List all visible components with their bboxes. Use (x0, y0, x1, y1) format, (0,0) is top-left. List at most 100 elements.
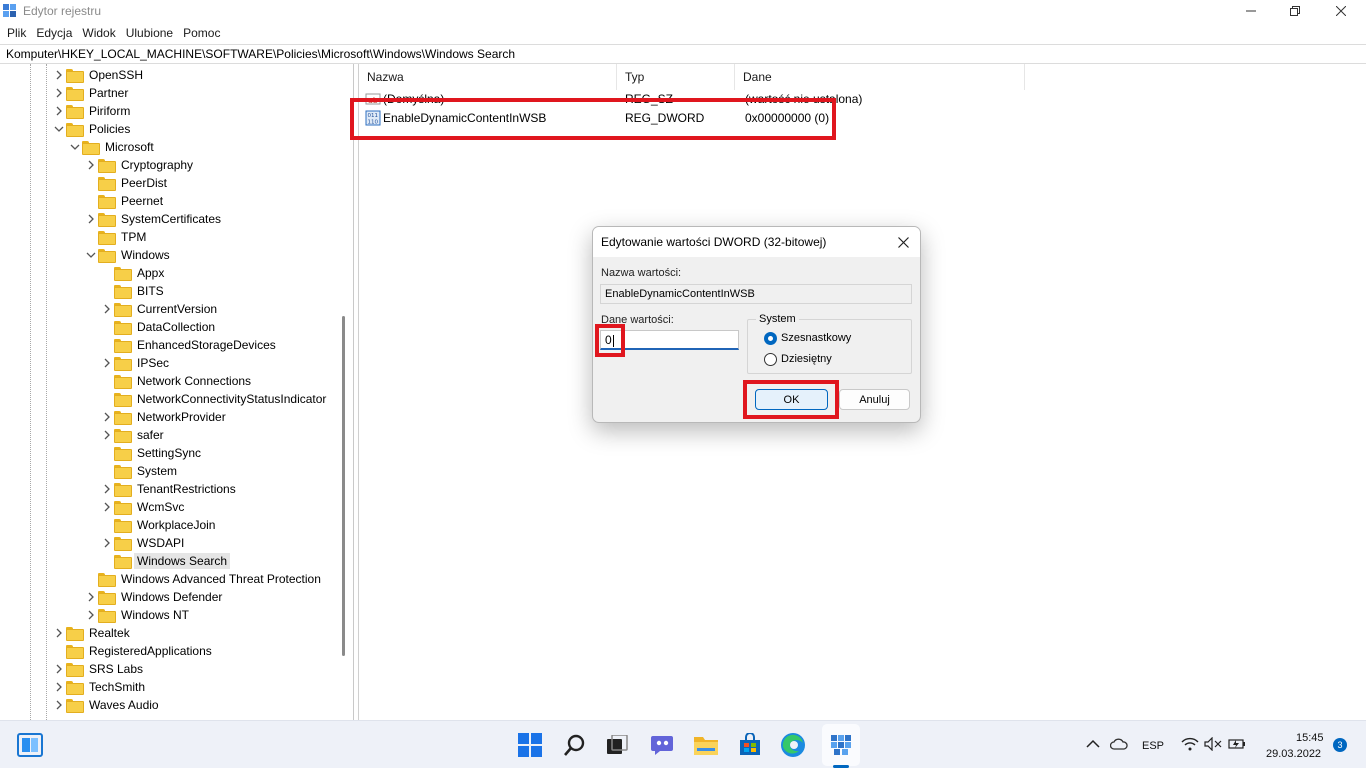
chevron-right-icon[interactable] (52, 66, 66, 84)
close-button[interactable] (1318, 0, 1364, 22)
tree-scrollbar[interactable] (342, 316, 345, 656)
tree-item-label: Policies (89, 122, 131, 136)
menu-file[interactable]: Plik (2, 26, 31, 40)
chevron-right-icon[interactable] (52, 624, 66, 642)
widgets-button[interactable] (16, 731, 44, 759)
menu-favorites[interactable]: Ulubione (121, 26, 178, 40)
chevron-right-icon[interactable] (84, 606, 98, 624)
chevron-right-icon[interactable] (100, 498, 114, 516)
taskbar-search[interactable] (561, 731, 589, 759)
tree-item-windows-nt[interactable]: Windows NT (84, 606, 192, 624)
tree-item-safer[interactable]: safer (100, 426, 167, 444)
tree-item-peernet[interactable]: Peernet (84, 192, 166, 210)
chevron-right-icon[interactable] (52, 678, 66, 696)
tree-item-registeredapplications[interactable]: RegisteredApplications (52, 642, 215, 660)
tree-item-piriform[interactable]: Piriform (52, 102, 133, 120)
registry-tree[interactable]: OpenSSH Partner Piriform Policies Microsoft C… (0, 64, 354, 720)
tree-item-workplacejoin[interactable]: WorkplaceJoin (100, 516, 218, 534)
cancel-button[interactable]: Anuluj (839, 389, 910, 410)
folder-icon (114, 465, 132, 479)
minimize-button[interactable] (1228, 0, 1274, 22)
tree-item-cryptography[interactable]: Cryptography (84, 156, 196, 174)
chevron-right-icon[interactable] (100, 480, 114, 498)
tree-item-waves-audio[interactable]: Waves Audio (52, 696, 162, 714)
tree-item-settingsync[interactable]: SettingSync (100, 444, 204, 462)
tree-item-policies[interactable]: Policies (52, 120, 133, 138)
taskbar-regedit[interactable] (827, 731, 855, 759)
tray-volume[interactable] (1202, 733, 1224, 755)
tree-item-srs-labs[interactable]: SRS Labs (52, 660, 146, 678)
tree-item-networkprovider[interactable]: NetworkProvider (100, 408, 229, 426)
address-bar[interactable]: Komputer\HKEY_LOCAL_MACHINE\SOFTWARE\Pol… (0, 44, 1366, 64)
chevron-right-icon[interactable] (100, 426, 114, 444)
tree-item-system[interactable]: System (100, 462, 180, 480)
dialog-close-button[interactable] (892, 231, 914, 253)
tree-item-network-connections[interactable]: Network Connections (100, 372, 254, 390)
column-data[interactable]: Dane (735, 64, 1025, 90)
tree-item-windows-defender[interactable]: Windows Defender (84, 588, 225, 606)
tree-item-datacollection[interactable]: DataCollection (100, 318, 218, 336)
chevron-right-icon[interactable] (84, 156, 98, 174)
tree-item-appx[interactable]: Appx (100, 264, 167, 282)
tray-overflow[interactable] (1082, 733, 1104, 755)
tree-item-systemcertificates[interactable]: SystemCertificates (84, 210, 224, 228)
tree-item-networkconnectivitystatusindicator[interactable]: NetworkConnectivityStatusIndicator (100, 390, 329, 408)
tree-item-wcmsvc[interactable]: WcmSvc (100, 498, 187, 516)
chevron-down-icon[interactable] (68, 138, 82, 156)
menu-view[interactable]: Widok (77, 26, 120, 40)
tray-onedrive[interactable] (1108, 733, 1130, 755)
chevron-right-icon[interactable] (84, 588, 98, 606)
tree-item-tpm[interactable]: TPM (84, 228, 149, 246)
taskbar-chat[interactable] (648, 731, 676, 759)
chevron-down-icon[interactable] (52, 120, 66, 138)
language-indicator[interactable]: ESP (1142, 740, 1164, 752)
tree-item-realtek[interactable]: Realtek (52, 624, 133, 642)
chevron-right-icon[interactable] (52, 660, 66, 678)
column-type[interactable]: Typ (617, 64, 735, 90)
tray-network[interactable] (1179, 733, 1201, 755)
chevron-down-icon[interactable] (84, 246, 98, 264)
chevron-right-icon[interactable] (84, 210, 98, 228)
tree-item-bits[interactable]: BITS (100, 282, 167, 300)
taskbar-start[interactable] (516, 731, 544, 759)
taskbar-edge[interactable] (779, 731, 807, 759)
tree-item-techsmith[interactable]: TechSmith (52, 678, 148, 696)
chevron-right-icon[interactable] (52, 696, 66, 714)
tree-item-windows-advanced-threat-protection[interactable]: Windows Advanced Threat Protection (84, 570, 324, 588)
taskbar-file-explorer[interactable] (692, 731, 720, 759)
tree-item-enhancedstoragedevices[interactable]: EnhancedStorageDevices (100, 336, 279, 354)
decimal-radio-label[interactable]: Dziesiętny (781, 353, 832, 365)
menu-edit[interactable]: Edycja (31, 26, 77, 40)
clock-date[interactable]: 29.03.2022 (1266, 748, 1321, 760)
chevron-right-icon[interactable] (52, 84, 66, 102)
tree-item-currentversion[interactable]: CurrentVersion (100, 300, 220, 318)
taskbar-store[interactable] (736, 731, 764, 759)
chevron-right-icon[interactable] (100, 300, 114, 318)
tree-item-windows-search[interactable]: Windows Search (100, 552, 231, 570)
chevron-right-icon[interactable] (100, 534, 114, 552)
tree-item-wsdapi[interactable]: WSDAPI (100, 534, 187, 552)
folder-icon (66, 69, 84, 83)
hex-radio[interactable] (764, 332, 777, 345)
hex-radio-label[interactable]: Szesnastkowy (781, 332, 851, 344)
chevron-right-icon[interactable] (52, 102, 66, 120)
tree-item-windows[interactable]: Windows (84, 246, 173, 264)
maximize-button[interactable] (1272, 0, 1318, 22)
menu-help[interactable]: Pomoc (178, 26, 225, 40)
tray-battery[interactable] (1226, 733, 1248, 755)
value-name-field: EnableDynamicContentInWSB (600, 284, 912, 304)
notification-badge[interactable]: 3 (1333, 738, 1347, 752)
taskbar-task-view[interactable] (603, 731, 631, 759)
clock-time[interactable]: 15:45 (1296, 732, 1324, 744)
column-name[interactable]: Nazwa (359, 64, 617, 90)
tree-item-partner[interactable]: Partner (52, 84, 131, 102)
decimal-radio[interactable] (764, 353, 777, 366)
tree-item-peerdist[interactable]: PeerDist (84, 174, 170, 192)
tree-item-openssh[interactable]: OpenSSH (52, 66, 146, 84)
chevron-right-icon[interactable] (100, 354, 114, 372)
tree-item-tenantrestrictions[interactable]: TenantRestrictions (100, 480, 239, 498)
tree-item-ipsec[interactable]: IPSec (100, 354, 172, 372)
chevron-right-icon[interactable] (100, 408, 114, 426)
tree-item-label: Peernet (121, 194, 164, 208)
tree-item-microsoft[interactable]: Microsoft (68, 138, 157, 156)
